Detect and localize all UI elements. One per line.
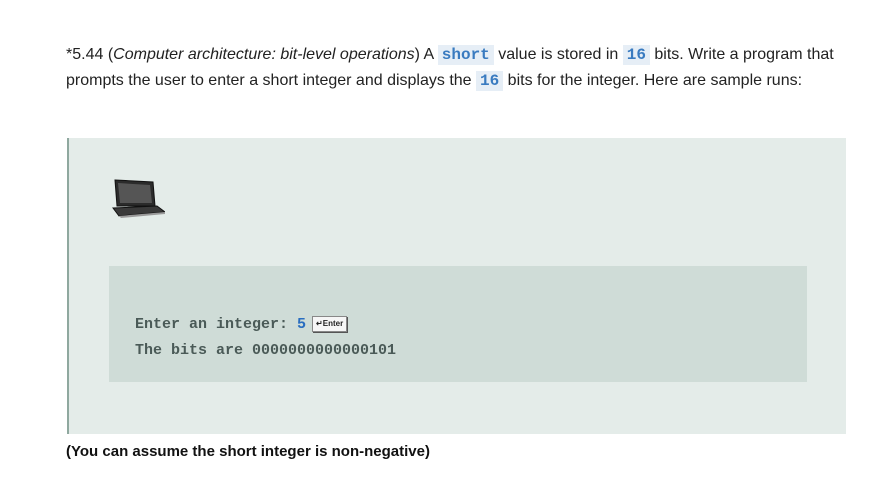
problem-text: bits for the integer. Here are sample ru… — [503, 72, 803, 89]
enter-key-icon: ↵Enter — [312, 316, 348, 333]
sample-run-panel: Enter an integer: 5 ↵Enter The bits are 0… — [67, 138, 846, 434]
keyword-short: short — [437, 45, 494, 65]
problem-title: Computer architecture: bit-level operati… — [113, 46, 415, 63]
laptop-icon — [112, 179, 165, 218]
assumption-note: (You can assume the short integer is non… — [66, 443, 430, 460]
problem-number: *5.44 — [66, 46, 104, 63]
console-line-2: The bits are 0000000000000101 — [135, 342, 397, 359]
user-input: 5 — [297, 316, 307, 333]
bits-count: 16 — [622, 45, 650, 65]
console-line-1: Enter an integer: 5 ↵Enter — [135, 316, 348, 333]
prompt-text: Enter an integer: — [135, 316, 298, 333]
bits-count: 16 — [476, 71, 504, 91]
problem-text: A — [419, 46, 438, 63]
problem-statement: *5.44 (Computer architecture: bit-level … — [66, 45, 834, 91]
problem-text: value is stored in — [493, 46, 623, 63]
console-output: Enter an integer: 5 ↵Enter The bits are 0… — [109, 266, 807, 382]
